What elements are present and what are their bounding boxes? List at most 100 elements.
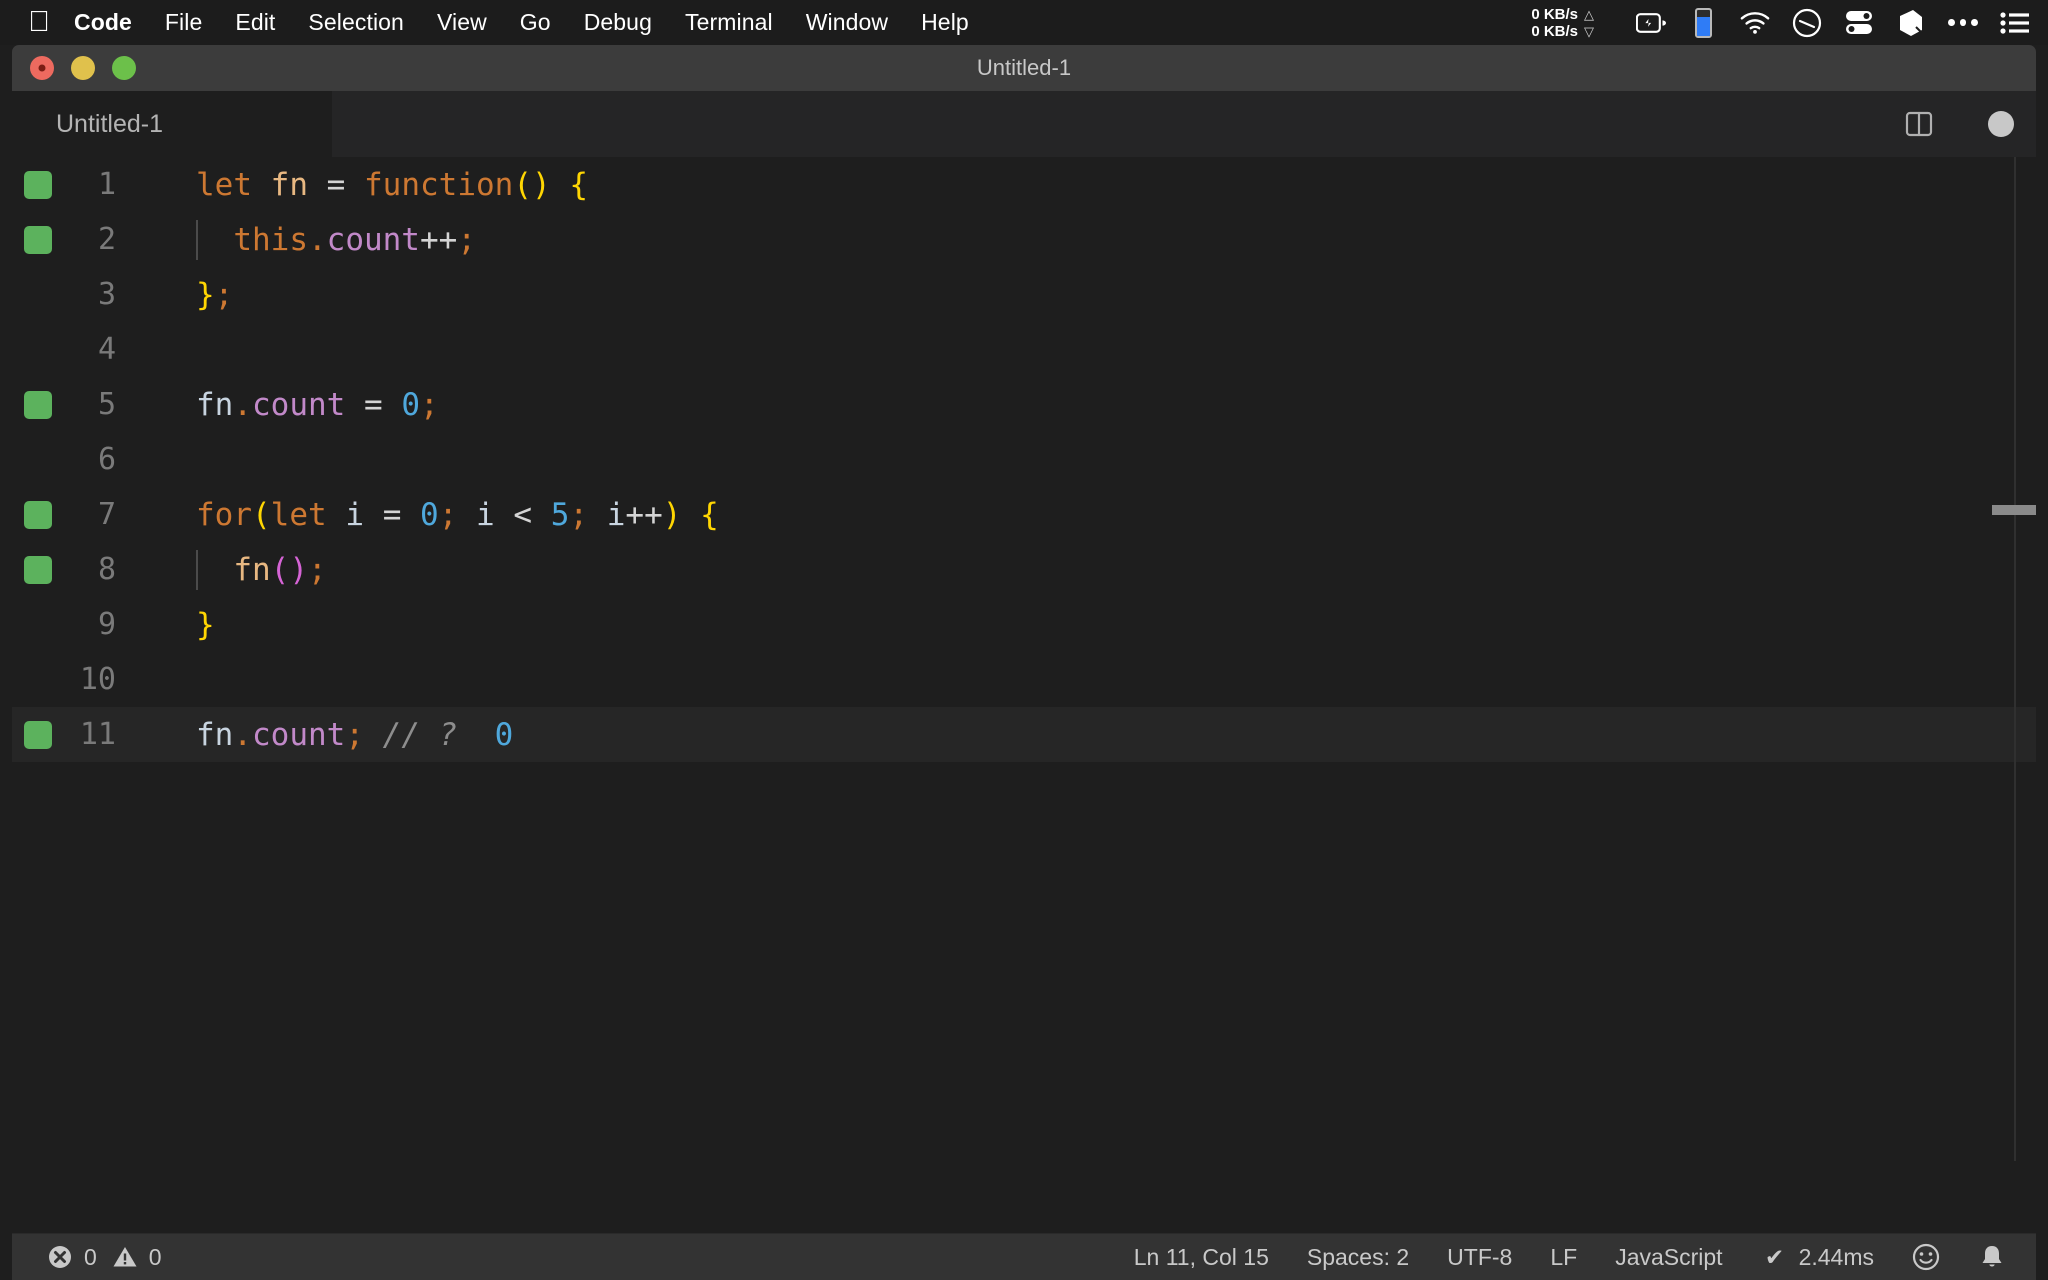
gutter-status-square[interactable] xyxy=(24,555,52,584)
code-line-text: fn(); xyxy=(144,549,327,590)
status-bar-right: Ln 11, Col 15 Spaces: 2 UTF-8 LF JavaScr… xyxy=(1134,1243,2036,1271)
close-button[interactable] xyxy=(30,56,54,80)
network-speed-indicator[interactable]: 0 KB/s 0 KB/s △ ▽ xyxy=(1531,6,1594,40)
code-line-3[interactable]: 3}; xyxy=(12,267,2036,322)
menu-item-selection[interactable]: Selection xyxy=(308,9,404,36)
code-token: fn xyxy=(196,386,234,423)
control-center-icon[interactable] xyxy=(1844,8,1874,38)
editor-scrollbar[interactable] xyxy=(1992,157,2036,1161)
window-title: Untitled-1 xyxy=(976,55,1072,80)
runtime-time: 2.44ms xyxy=(1798,1243,1874,1270)
gutter-status-square[interactable] xyxy=(24,500,52,529)
menu-item-view[interactable]: View xyxy=(437,9,487,36)
tab-untitled-1[interactable]: Untitled-1 xyxy=(12,91,332,157)
code-lines-container: 1 let fn = function() {2 this.count++; 3};… xyxy=(12,157,2036,762)
split-editor-icon[interactable] xyxy=(1902,107,1936,141)
code-line-9[interactable]: 9} xyxy=(12,597,2036,652)
code-line-5[interactable]: 5 fn.count = 0; xyxy=(12,377,2036,432)
code-token: = xyxy=(364,386,383,423)
cube-icon[interactable] xyxy=(1896,8,1926,38)
menu-item-file[interactable]: File xyxy=(165,9,202,36)
scrollbar-thumb[interactable] xyxy=(2014,505,2036,515)
code-line-text: fn.count = 0; xyxy=(144,387,439,423)
upload-speed: 0 KB/s xyxy=(1531,5,1578,23)
indent-guide xyxy=(196,549,198,590)
code-token: ; xyxy=(438,496,458,533)
error-count-item[interactable]: 0 xyxy=(46,1243,97,1271)
code-line-8[interactable]: 8 fn(); xyxy=(12,542,2036,597)
tab-label: Untitled-1 xyxy=(56,109,163,138)
code-token: < xyxy=(513,496,533,533)
smiley-icon[interactable] xyxy=(1912,1243,1940,1271)
cursor-position[interactable]: Ln 11, Col 15 xyxy=(1134,1244,1269,1271)
code-line-11[interactable]: 11 fn.count; // ? 0 xyxy=(12,707,2036,762)
code-line-2[interactable]: 2 this.count++; xyxy=(12,212,2036,267)
gutter-status-square[interactable] xyxy=(24,170,52,199)
code-token: fn xyxy=(233,551,271,588)
download-speed: 0 KB/s xyxy=(1531,22,1578,40)
indentation-setting[interactable]: Spaces: 2 xyxy=(1307,1244,1409,1271)
code-line-1[interactable]: 1 let fn = function() { xyxy=(12,157,2036,212)
code-line-7[interactable]: 7 for(let i = 0; i < 5; i++) { xyxy=(12,487,2036,542)
menu-item-window[interactable]: Window xyxy=(806,9,888,36)
runtime-status[interactable]: ✔ 2.44ms xyxy=(1761,1243,1874,1271)
language-mode[interactable]: JavaScript xyxy=(1615,1244,1722,1271)
status-bar: 0 0 Ln 11, Col 15 Spaces: 2 UTF-8 LF Jav… xyxy=(12,1233,2036,1280)
code-token: ) xyxy=(662,496,682,533)
gutter-status-square[interactable] xyxy=(24,225,52,254)
apple-logo-icon[interactable]:  xyxy=(26,8,52,38)
code-token: ; xyxy=(457,221,476,258)
code-line-10[interactable]: 10 xyxy=(12,652,2036,707)
menu-item-edit[interactable]: Edit xyxy=(235,9,275,36)
battery-level-indicator-icon[interactable] xyxy=(1688,7,1718,38)
warning-triangle-icon xyxy=(111,1243,139,1271)
code-editor[interactable]: 1 let fn = function() {2 this.count++; 3};… xyxy=(12,157,2036,1161)
triangle-down-icon: ▽ xyxy=(1584,23,1594,39)
menu-item-help[interactable]: Help xyxy=(921,9,969,36)
bell-icon[interactable] xyxy=(1978,1243,2006,1271)
eol-setting[interactable]: LF xyxy=(1550,1244,1577,1271)
code-token: // ? xyxy=(382,716,458,753)
code-line-4[interactable]: 4 xyxy=(12,322,2036,377)
unsaved-dot-icon[interactable] xyxy=(1988,111,2014,137)
code-token: () xyxy=(513,166,551,203)
code-token: count xyxy=(326,221,420,258)
code-token: ++ xyxy=(419,221,458,258)
list-menu-icon[interactable] xyxy=(2000,8,2030,38)
menu-item-code[interactable]: Code xyxy=(74,9,132,36)
code-line-text: for(let i = 0; i < 5; i++) { xyxy=(144,497,719,533)
speedometer-icon[interactable] xyxy=(1792,8,1822,38)
ellipsis-icon[interactable] xyxy=(1948,8,1979,38)
encoding-setting[interactable]: UTF-8 xyxy=(1447,1244,1512,1271)
code-line-text: } xyxy=(144,607,215,643)
traffic-lights xyxy=(30,56,136,80)
gutter-status-square[interactable] xyxy=(24,720,52,749)
gutter-status-square[interactable] xyxy=(24,390,52,419)
battery-charging-icon[interactable] xyxy=(1636,8,1666,38)
overview-ruler-marker xyxy=(1992,505,2014,515)
code-token: () xyxy=(270,551,308,588)
code-line-text: this.count++; xyxy=(144,219,476,260)
code-token: this xyxy=(233,221,308,258)
error-count: 0 xyxy=(84,1243,97,1270)
network-speed-values: 0 KB/s 0 KB/s xyxy=(1531,6,1578,40)
code-token: } xyxy=(196,276,215,313)
minimize-button[interactable] xyxy=(71,56,95,80)
code-line-6[interactable]: 6 xyxy=(12,432,2036,487)
menu-item-debug[interactable]: Debug xyxy=(584,9,652,36)
wifi-icon[interactable] xyxy=(1740,8,1770,38)
warning-count-item[interactable]: 0 xyxy=(111,1243,162,1271)
code-token: let xyxy=(270,496,327,533)
menu-item-terminal[interactable]: Terminal xyxy=(685,9,773,36)
menu-items-container: Code File Edit Selection View Go Debug Terminal… xyxy=(74,9,1002,36)
zoom-button[interactable] xyxy=(112,56,136,80)
code-token: 0 xyxy=(401,386,421,423)
menu-item-go[interactable]: Go xyxy=(520,9,551,36)
